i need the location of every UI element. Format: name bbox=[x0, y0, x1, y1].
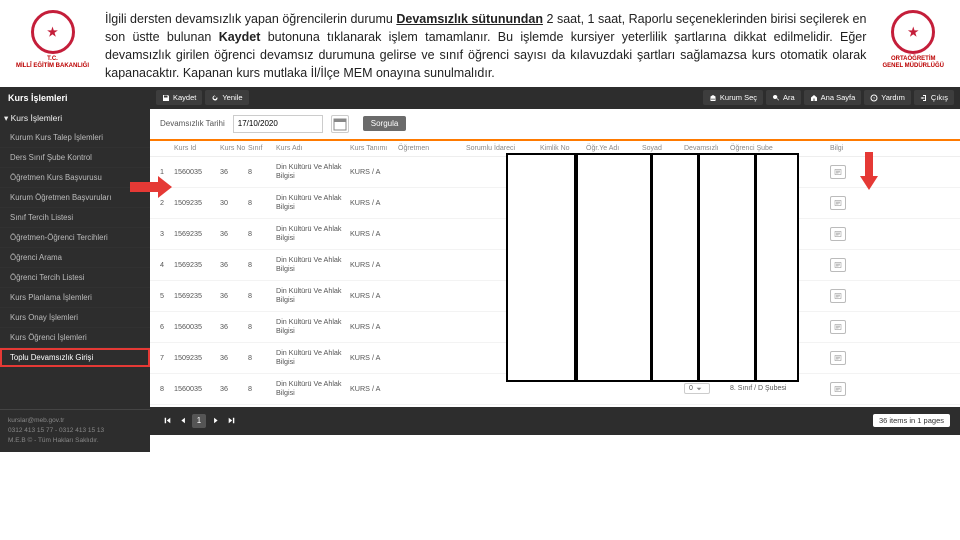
tb-right-building-button[interactable]: Kurum Seç bbox=[703, 90, 763, 105]
logo-left-l1: T.C. bbox=[47, 56, 58, 62]
sidebar-item-2[interactable]: Öğretmen Kurs Başvurusu bbox=[0, 168, 150, 188]
info-icon[interactable] bbox=[830, 320, 846, 334]
help-icon: ? bbox=[870, 94, 878, 102]
tb-right-exit-button[interactable]: Çıkış bbox=[914, 90, 954, 105]
sidebar-item-9[interactable]: Kurs Onay İşlemleri bbox=[0, 308, 150, 328]
filter-label: Devamsızlık Tarihi bbox=[160, 119, 225, 128]
tb-right-help-button[interactable]: ?Yardım bbox=[864, 90, 911, 105]
logo-left: ★ T.C.MİLLÎ EĞİTİM BAKANLIĞI bbox=[16, 10, 89, 69]
tb-left-save-button[interactable]: Kaydet bbox=[156, 90, 202, 105]
sidebar-item-4[interactable]: Sınıf Tercih Listesi bbox=[0, 208, 150, 228]
building-icon bbox=[709, 94, 717, 102]
sidebar-item-8[interactable]: Kurs Planlama İşlemleri bbox=[0, 288, 150, 308]
info-icon[interactable] bbox=[830, 227, 846, 241]
annotation-arrow-right-icon bbox=[130, 176, 172, 198]
tb-right-search-button[interactable]: Ara bbox=[766, 90, 801, 105]
date-input[interactable] bbox=[233, 115, 323, 133]
logo-left-l2: MİLLÎ EĞİTİM BAKANLIĞI bbox=[16, 63, 89, 69]
tb-left-refresh-button[interactable]: Yenile bbox=[205, 90, 248, 105]
sidebar-item-5[interactable]: Öğretmen-Öğrenci Tercihleri bbox=[0, 228, 150, 248]
save-icon bbox=[162, 94, 170, 102]
filter-bar: Devamsızlık Tarihi Sorgula bbox=[150, 109, 960, 141]
sidebar-title: Kurs İşlemleri bbox=[0, 87, 150, 109]
info-icon[interactable] bbox=[830, 351, 846, 365]
pager-prev-icon[interactable] bbox=[176, 414, 190, 428]
sidebar-footer: kurslar@meb.gov.tr 0312 413 15 77 - 0312… bbox=[0, 409, 150, 451]
calendar-icon[interactable] bbox=[331, 115, 349, 133]
home-icon bbox=[810, 94, 818, 102]
refresh-icon bbox=[211, 94, 219, 102]
sidebar-item-10[interactable]: Kurs Öğrenci İşlemleri bbox=[0, 328, 150, 348]
info-icon[interactable] bbox=[830, 382, 846, 396]
logo-right-l2: GENEL MÜDÜRLÜĞÜ bbox=[882, 63, 944, 69]
description-text: İlgili dersten devamsızlık yapan öğrenci… bbox=[105, 10, 866, 83]
redaction-soyad bbox=[755, 153, 799, 382]
redaction-ad bbox=[698, 153, 756, 382]
svg-text:?: ? bbox=[873, 95, 876, 100]
sidebar-item-0[interactable]: Kurum Kurs Talep İşlemleri bbox=[0, 128, 150, 148]
sidebar-item-6[interactable]: Öğrenci Arama bbox=[0, 248, 150, 268]
redaction-ogretmen bbox=[506, 153, 576, 382]
pager-first-icon[interactable] bbox=[160, 414, 174, 428]
sidebar-item-7[interactable]: Öğrenci Tercih Listesi bbox=[0, 268, 150, 288]
query-button[interactable]: Sorgula bbox=[363, 116, 407, 131]
tb-right-home-button[interactable]: Ana Sayfa bbox=[804, 90, 862, 105]
info-icon[interactable] bbox=[830, 165, 846, 179]
pager-page[interactable]: 1 bbox=[192, 414, 206, 428]
exit-icon bbox=[920, 94, 928, 102]
info-icon[interactable] bbox=[830, 258, 846, 272]
redaction-kimlik bbox=[651, 153, 699, 382]
sidebar-item-1[interactable]: Ders Sınıf Şube Kontrol bbox=[0, 148, 150, 168]
redaction-idareci bbox=[576, 153, 652, 382]
app-container: Kurs İşlemleri ▾ Kurs İşlemleri Kurum Ku… bbox=[0, 87, 960, 452]
devamsizlik-dropdown[interactable]: 0 bbox=[684, 383, 730, 394]
info-icon[interactable] bbox=[830, 196, 846, 210]
toolbar: KaydetYenile Kurum SeçAraAna Sayfa?Yardı… bbox=[150, 87, 960, 109]
search-icon bbox=[772, 94, 780, 102]
annotation-arrow-down-icon bbox=[860, 152, 878, 190]
logo-right-l1: ORTAÖĞRETİM bbox=[891, 56, 936, 62]
logo-right: ★ ORTAÖĞRETİMGENEL MÜDÜRLÜĞÜ bbox=[882, 10, 944, 69]
main-panel: KaydetYenile Kurum SeçAraAna Sayfa?Yardı… bbox=[150, 87, 960, 452]
pager-last-icon[interactable] bbox=[224, 414, 238, 428]
ogm-logo-icon: ★ bbox=[891, 10, 935, 54]
sidebar: Kurs İşlemleri ▾ Kurs İşlemleri Kurum Ku… bbox=[0, 87, 150, 452]
sidebar-item-3[interactable]: Kurum Öğretmen Başvuruları bbox=[0, 188, 150, 208]
info-icon[interactable] bbox=[830, 289, 846, 303]
meb-logo-icon: ★ bbox=[31, 10, 75, 54]
sidebar-section[interactable]: ▾ Kurs İşlemleri bbox=[0, 109, 150, 128]
sidebar-item-11[interactable]: Toplu Devamsızlık Girişi bbox=[0, 348, 150, 367]
pager-next-icon[interactable] bbox=[208, 414, 222, 428]
pager-count: 36 items in 1 pages bbox=[873, 414, 950, 427]
pager: 1 36 items in 1 pages bbox=[150, 407, 960, 435]
